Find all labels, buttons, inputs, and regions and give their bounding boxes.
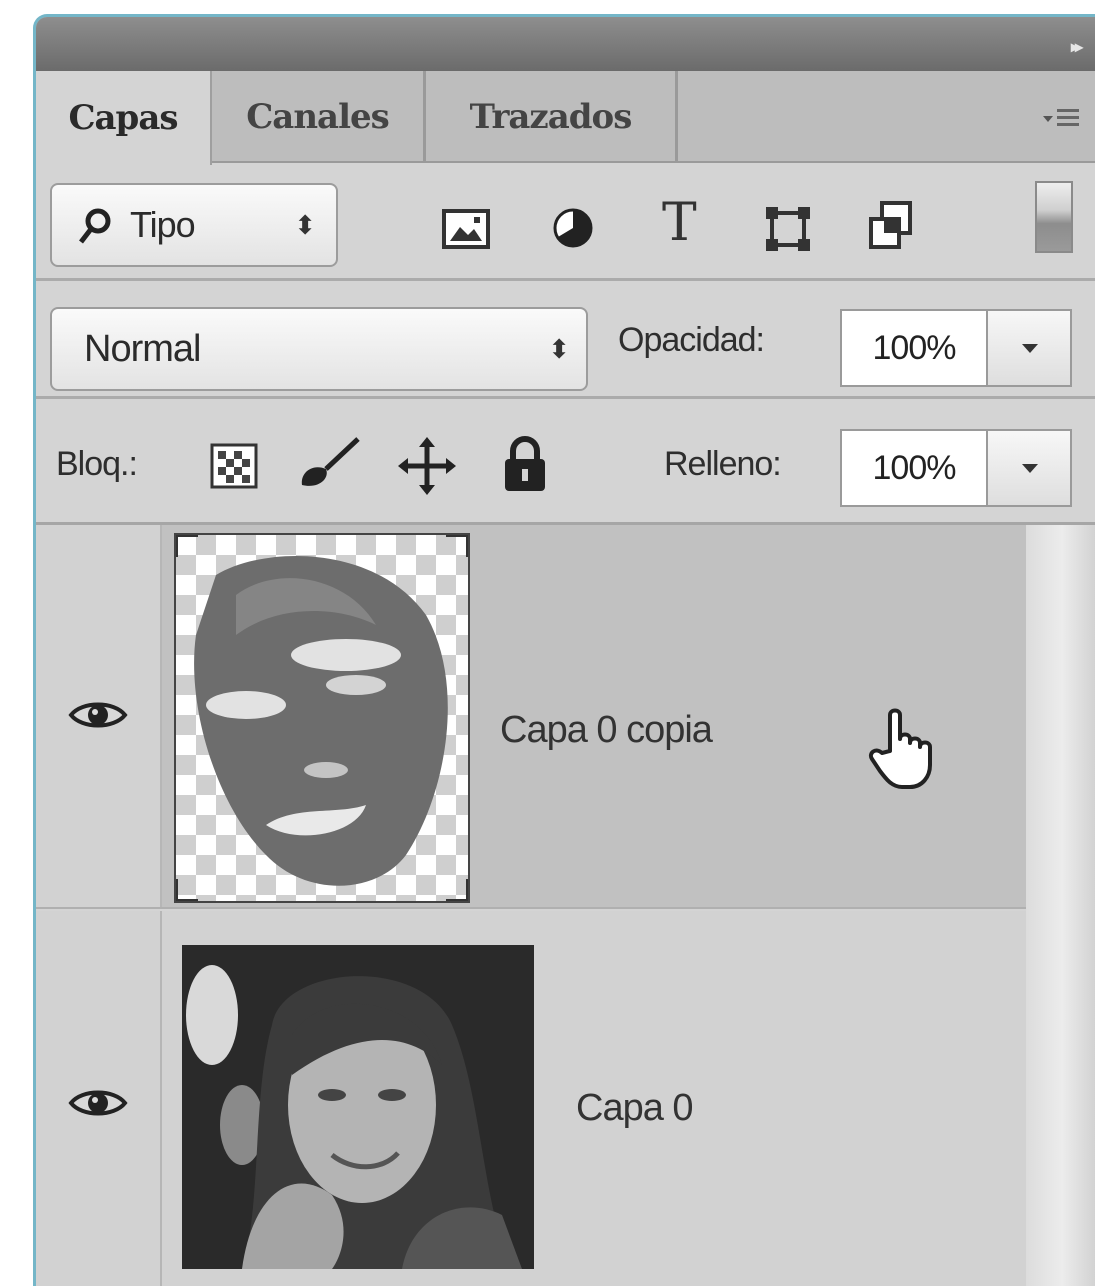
layer-name[interactable]: Capa 0 copia — [500, 709, 713, 752]
filter-kind-select[interactable]: Tipo ⬍ — [50, 183, 338, 267]
tab-trazados[interactable]: Trazados — [426, 71, 678, 163]
blend-mode-select[interactable]: Normal ⬍ — [50, 307, 588, 391]
type-filter-icon[interactable]: T — [662, 193, 697, 253]
layer-filter-row: Tipo ⬍ T — [36, 163, 1095, 281]
eye-icon[interactable] — [68, 1085, 128, 1121]
eye-icon[interactable] — [68, 697, 128, 733]
layers-list: Capa 0 copia Capa 0 — [36, 525, 1095, 1286]
selection-corner — [446, 879, 468, 901]
search-icon — [79, 208, 111, 244]
tab-canales[interactable]: Canales — [212, 71, 426, 163]
collapse-panel-icon[interactable]: ▸▸ — [1071, 37, 1083, 57]
visibility-column — [36, 525, 162, 907]
filter-toggle-switch[interactable] — [1035, 181, 1073, 253]
lock-position-icon[interactable] — [398, 437, 456, 495]
lock-transparent-icon[interactable] — [210, 443, 258, 489]
blend-mode-value: Normal — [84, 327, 201, 370]
lock-label: Bloq.: — [56, 445, 138, 483]
layers-panel: ▸▸ Capas Canales Trazados Tipo ⬍ T Norma… — [33, 14, 1095, 1286]
portrait-photo — [182, 945, 534, 1269]
filter-kind-label: Tipo — [130, 204, 196, 245]
panel-title-bar[interactable]: ▸▸ — [36, 17, 1095, 71]
lock-row: Bloq.: Relleno: 100% — [36, 399, 1095, 525]
visibility-column — [36, 911, 162, 1286]
image-filter-icon[interactable] — [442, 209, 490, 249]
updown-arrow-icon: ⬍ — [294, 210, 316, 240]
layer-thumbnail[interactable] — [174, 533, 470, 903]
selection-corner — [176, 535, 198, 557]
fill-dropdown-button[interactable] — [988, 429, 1072, 507]
layer-name[interactable]: Capa 0 — [576, 1087, 694, 1130]
hand-cursor-icon — [869, 708, 932, 789]
layer-thumbnail[interactable] — [182, 945, 534, 1269]
shape-filter-icon[interactable] — [764, 205, 812, 253]
layers-scrollbar[interactable] — [1026, 525, 1095, 1286]
selection-corner — [446, 535, 468, 557]
panel-tab-bar: Capas Canales Trazados — [36, 71, 1095, 165]
opacity-field[interactable]: 100% — [840, 309, 988, 387]
adjustment-filter-icon[interactable] — [552, 207, 594, 249]
lock-image-icon[interactable] — [296, 435, 362, 493]
layer-row[interactable]: Capa 0 — [36, 911, 1026, 1286]
panel-menu-icon[interactable] — [1043, 107, 1081, 131]
opacity-label: Opacidad: — [618, 321, 765, 359]
tab-capas[interactable]: Capas — [36, 71, 212, 165]
lock-all-icon[interactable] — [502, 435, 548, 493]
blend-row: Normal ⬍ Opacidad: 100% — [36, 281, 1095, 399]
smart-object-filter-icon[interactable] — [868, 201, 914, 251]
updown-arrow-icon: ⬍ — [548, 334, 570, 364]
selection-corner — [176, 879, 198, 901]
opacity-dropdown-button[interactable] — [988, 309, 1072, 387]
fill-field[interactable]: 100% — [840, 429, 988, 507]
layer-row[interactable]: Capa 0 copia — [36, 525, 1026, 909]
fill-label: Relleno: — [664, 445, 782, 483]
face-cutout-image — [194, 555, 448, 886]
